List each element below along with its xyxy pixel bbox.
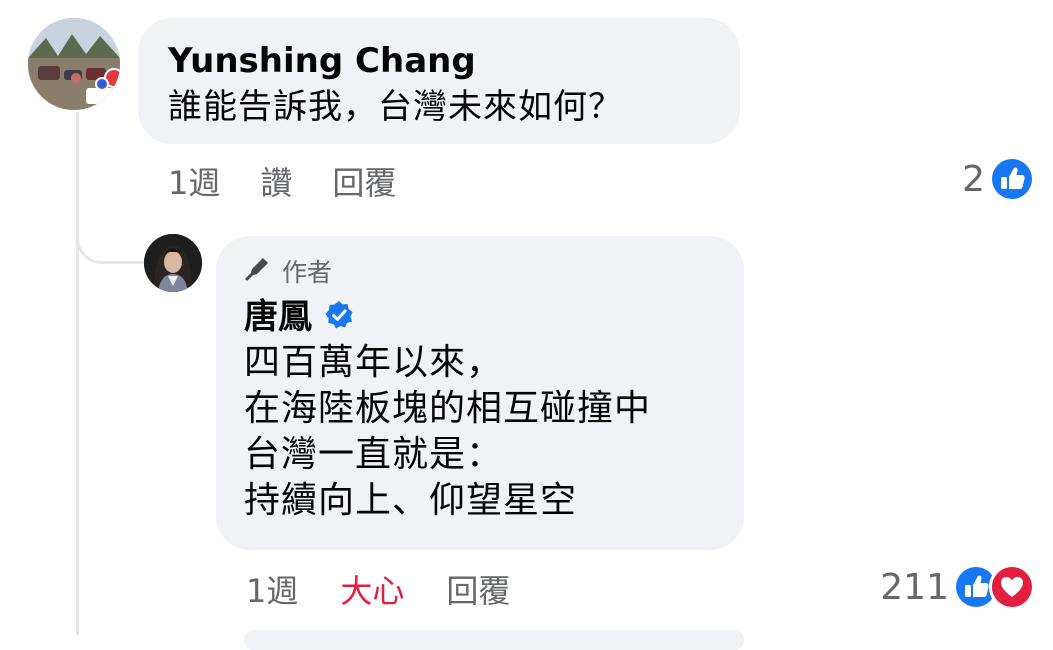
- reply-reactions[interactable]: 211: [880, 564, 1035, 610]
- pen-icon: [244, 254, 272, 288]
- reply-text-line: 持續向上、仰望星空: [244, 480, 578, 521]
- reply-timestamp[interactable]: 1週: [246, 566, 298, 612]
- reply-text: 四百萬年以來， 在海陸板塊的相互碰撞中 台灣一直就是： 持續向上、仰望星空: [244, 340, 716, 524]
- author-role-label: 作者: [282, 258, 333, 287]
- comment-bubble: Yunshing Chang 誰能告訴我，台灣未來如何？: [138, 18, 740, 144]
- commenter-avatar-photo: [28, 18, 120, 110]
- avatar[interactable]: [28, 18, 120, 110]
- reaction-count: 211: [880, 566, 949, 608]
- comment-timestamp[interactable]: 1週: [168, 158, 220, 204]
- reply-actions: 1週 大心 回覆: [246, 566, 510, 612]
- reply-text-line: 在海陸板塊的相互碰撞中: [244, 388, 652, 429]
- author-role-badge: 作者: [244, 254, 716, 288]
- next-comment-bubble: [244, 630, 744, 650]
- comment-reactions[interactable]: 2: [962, 156, 1035, 202]
- reply-button[interactable]: 回覆: [446, 566, 510, 612]
- reply-text-line: 台灣一直就是：: [244, 434, 504, 475]
- like-button[interactable]: 讚: [260, 158, 292, 204]
- love-button[interactable]: 大心: [340, 566, 404, 612]
- avatar[interactable]: [144, 234, 202, 292]
- reaction-count: 2: [962, 158, 985, 200]
- reply-text-line: 四百萬年以來，: [244, 342, 504, 383]
- comment-text: 誰能告訴我，台灣未來如何？: [168, 87, 623, 127]
- comment-actions: 1週 讚 回覆: [168, 158, 396, 204]
- reply-button[interactable]: 回覆: [332, 158, 396, 204]
- verified-badge-icon: [324, 300, 354, 334]
- author-avatar-photo: [144, 234, 202, 292]
- like-reaction-icon: [989, 156, 1035, 202]
- love-reaction-icon: [989, 564, 1035, 610]
- comment-author[interactable]: Yunshing Chang: [168, 40, 710, 82]
- reply-author[interactable]: 唐鳳: [244, 296, 312, 338]
- reply-bubble: 作者 唐鳳 四百萬年以來， 在海陸板塊的相互碰撞中 台灣一直就是： 持續向上、仰…: [216, 236, 744, 550]
- reply-connector: [76, 112, 146, 264]
